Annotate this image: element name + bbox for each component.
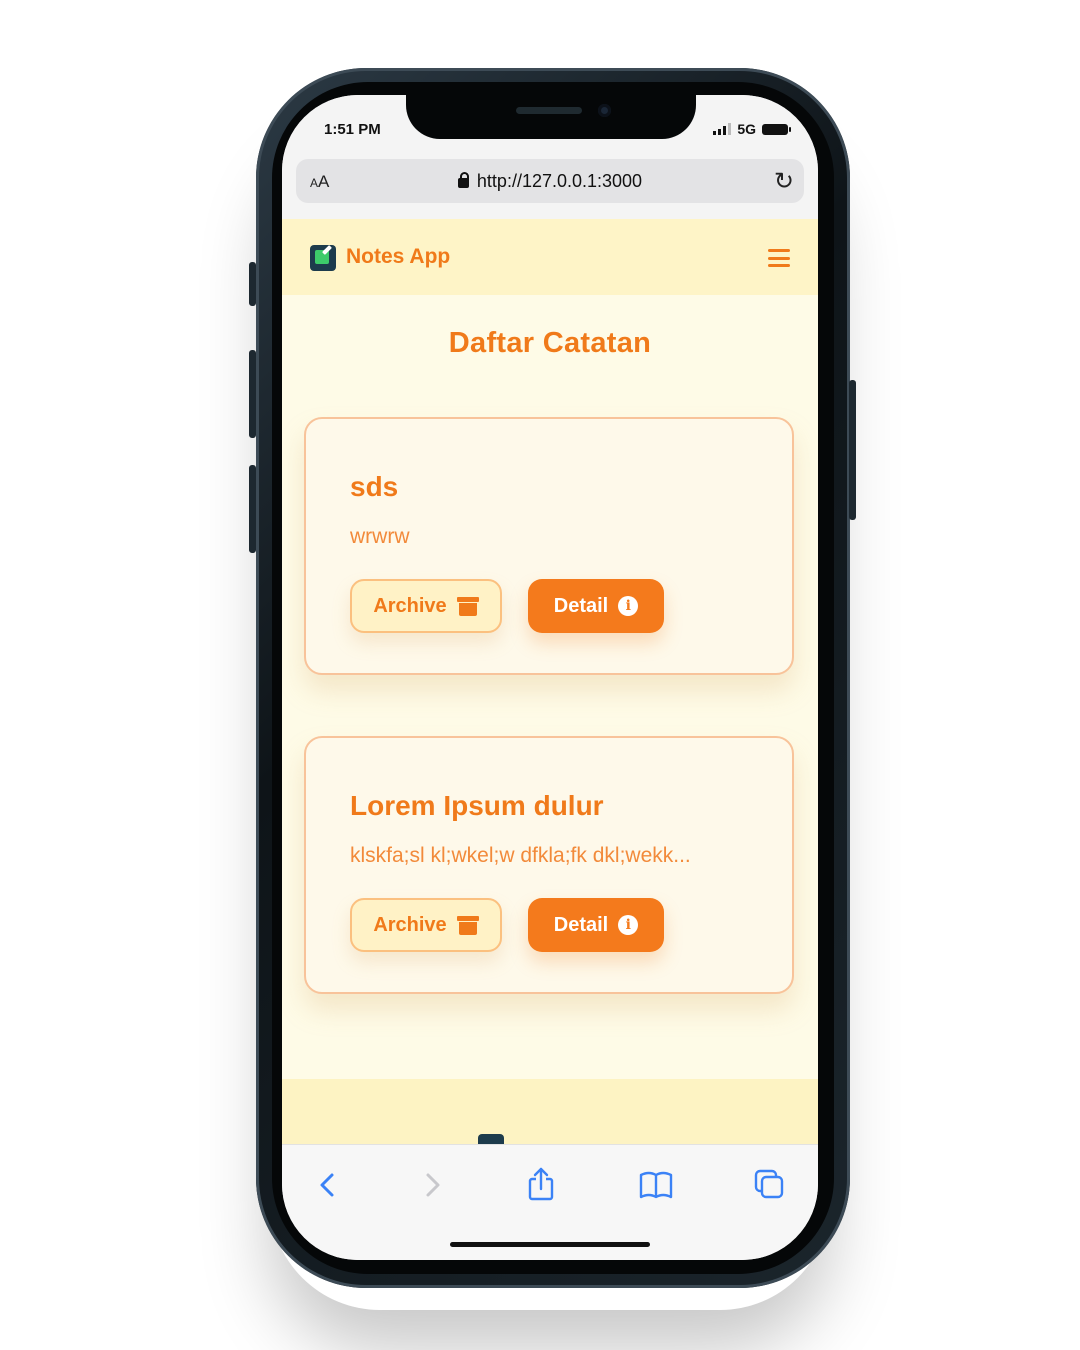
volume-down-button [249,465,256,553]
brand-title[interactable]: Notes App [346,245,450,269]
phone-screen: 1:51 PM 5G AA http://127.0.0.1:3000 ↻ No… [282,95,818,1260]
back-arrow-icon[interactable] [316,1167,338,1203]
network-label: 5G [737,121,756,137]
front-camera [598,104,611,117]
note-title: Lorem Ipsum dulur [350,790,604,821]
archive-button-label: Archive [373,913,447,936]
archive-box-icon [456,596,479,616]
notch [406,95,696,139]
bookmarks-icon[interactable] [638,1167,674,1203]
note-title: sds [350,471,399,502]
tabs-icon[interactable] [752,1167,788,1203]
status-indicators: 5G [713,121,791,137]
earpiece-speaker [516,107,582,114]
volume-up-button [249,350,256,438]
browser-address-area: AA http://127.0.0.1:3000 ↻ [282,153,818,219]
forward-arrow-icon [426,1173,440,1197]
detail-button[interactable]: Detail i [528,579,664,633]
notes-app: Notes App Daftar Catatan sds wrwrw Archi… [282,219,818,1154]
mockup-stage: 1:51 PM 5G AA http://127.0.0.1:3000 ↻ No… [0,0,1080,1350]
notes-logo-icon[interactable] [310,245,336,271]
archive-button-label: Archive [373,594,447,617]
safari-toolbar [282,1144,818,1260]
url-display[interactable]: http://127.0.0.1:3000 [296,171,804,192]
info-circle-icon: i [618,596,639,616]
archive-button[interactable]: Archive [350,898,502,952]
url-text: http://127.0.0.1:3000 [476,171,643,191]
archive-button[interactable]: Archive [350,579,502,633]
power-button [849,380,856,520]
note-body: klskfa;sl kl;wkel;w dfkla;fk dkl;wekk... [350,844,691,867]
mute-switch [249,262,256,306]
note-body: wrwrw [350,525,410,548]
info-circle-icon: i [618,915,639,935]
signal-icon [713,123,732,135]
address-bar[interactable]: AA http://127.0.0.1:3000 ↻ [296,159,804,203]
app-footer [282,1079,818,1154]
detail-button-label: Detail [553,913,609,936]
home-indicator [450,1242,650,1247]
note-card: sds wrwrw Archive Detail i [304,417,794,675]
page-title: Daftar Catatan [448,327,652,359]
battery-icon [762,123,791,135]
reload-icon[interactable]: ↻ [774,167,794,196]
detail-button-label: Detail [553,594,609,617]
share-icon[interactable] [526,1167,556,1203]
note-card: Lorem Ipsum dulur klskfa;sl kl;wkel;w df… [304,736,794,994]
navbar: Notes App [282,219,818,295]
lock-icon [457,172,469,188]
detail-button[interactable]: Detail i [528,898,664,952]
archive-box-icon [456,915,479,935]
hamburger-menu-icon[interactable] [768,249,790,267]
status-time: 1:51 PM [324,121,381,138]
